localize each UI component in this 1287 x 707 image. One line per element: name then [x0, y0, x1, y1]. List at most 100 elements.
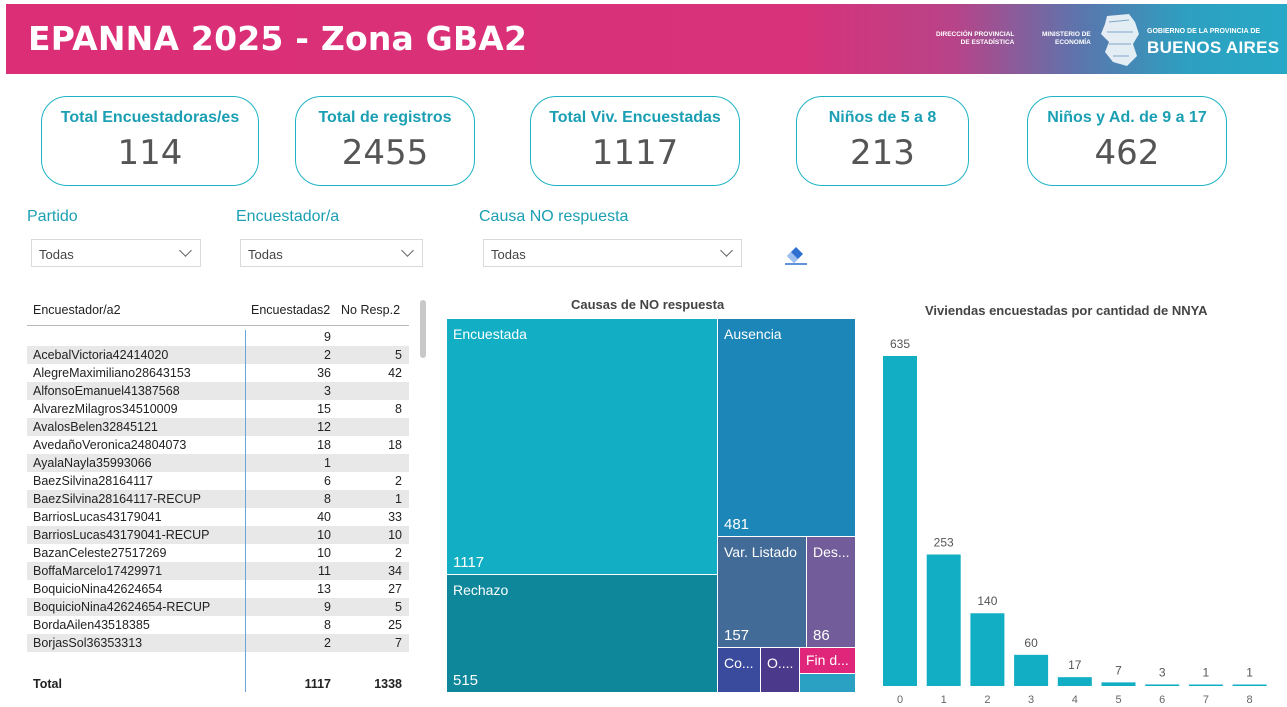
cell-encuestadas: 11	[318, 564, 331, 578]
table-row[interactable]: BoquicioNina42624654-RECUP 9 5	[27, 598, 409, 616]
table-row[interactable]: AlfonsoEmanuel41387568 3	[27, 382, 409, 400]
cell-no-resp: 18	[388, 438, 402, 452]
bar-value-label: 3	[1159, 665, 1166, 679]
cell-encuestador: BarriosLucas43179041-RECUP	[33, 528, 210, 542]
bar-value-label: 140	[977, 594, 997, 608]
treemap-cell-other[interactable]	[800, 674, 855, 692]
table-row[interactable]: AlegreMaximiliano28643153 36 42	[27, 364, 409, 382]
cell-encuestadas: 9	[324, 330, 331, 344]
cell-encuestadas: 12	[317, 420, 331, 434]
table-row[interactable]: AcebalVictoria42414020 2 5	[27, 346, 409, 364]
buenos-aires-label: BUENOS AIRES	[1147, 38, 1280, 57]
x-tick-label: 1	[941, 694, 947, 706]
bar-2[interactable]	[970, 613, 1005, 686]
cell-encuestador: AlfonsoEmanuel41387568	[33, 384, 180, 398]
bar-6[interactable]	[1145, 684, 1180, 686]
bar-value-label: 7	[1115, 663, 1122, 677]
cell-encuestador: BaezSilvina28164117	[33, 474, 154, 488]
treemap-cell-var-listado[interactable]: Var. Listado 157	[718, 537, 806, 647]
kpi-ninos-9-17: Niños y Ad. de 9 a 17 462	[1027, 96, 1227, 186]
table-row[interactable]: BaezSilvina28164117 6 2	[27, 472, 409, 490]
cell-no-resp: 2	[395, 546, 402, 560]
filter-encuestador-select[interactable]: Todas	[240, 239, 423, 267]
x-tick-label: 4	[1072, 694, 1078, 706]
filter-partido-label: Partido	[27, 208, 78, 225]
table-row[interactable]: AlvarezMilagros34510009 15 8	[27, 400, 409, 418]
treemap-cell-co[interactable]: Co...	[718, 648, 760, 692]
x-tick-label: 2	[984, 694, 990, 706]
cell-no-resp: 5	[395, 600, 402, 614]
table-row[interactable]: BaezSilvina28164117-RECUP 8 1	[27, 490, 409, 508]
filter-causa-label: Causa NO respuesta	[479, 208, 629, 225]
cell-encuestadas: 10	[317, 546, 331, 560]
col-header-encuestadas[interactable]: Encuestadas2	[251, 303, 330, 317]
cell-no-resp: 34	[388, 564, 402, 578]
cell-encuestador: BazanCeleste27517269	[33, 546, 167, 560]
table-row[interactable]: BorjasSol36353313 2 7	[27, 634, 409, 652]
cell-encuestadas: 1	[324, 456, 331, 470]
treemap-cell-fin[interactable]: Fin d...	[800, 648, 855, 673]
cell-no-resp: 8	[395, 402, 402, 416]
treemap-cell-des[interactable]: Des... 86	[807, 537, 855, 647]
cell-encuestador: AlvarezMilagros34510009	[33, 402, 178, 416]
chevron-down-icon	[720, 244, 733, 257]
x-tick-label: 7	[1203, 694, 1209, 706]
chevron-down-icon	[401, 244, 414, 257]
x-tick-label: 6	[1159, 694, 1165, 706]
province-map-icon	[1101, 14, 1139, 66]
treemap-cell-o[interactable]: O....	[761, 648, 799, 692]
table-row[interactable]: AyalaNayla35993066 1	[27, 454, 409, 472]
eraser-icon[interactable]	[783, 243, 809, 265]
bar-value-label: 60	[1024, 636, 1038, 650]
table-row[interactable]: BoffaMarcelo17429971 11 34	[27, 562, 409, 580]
table-header: Encuestador/a2 Encuestadas2 No Resp.2	[27, 298, 409, 326]
cell-encuestadas: 9	[324, 600, 331, 614]
cell-encuestadas: 2	[324, 636, 331, 650]
filter-causa-select[interactable]: Todas	[483, 239, 742, 267]
table-row[interactable]: AvalosBelen32845121 12	[27, 418, 409, 436]
cell-encuestador: AvedañoVeronica24804073	[33, 438, 187, 452]
bar-0[interactable]	[883, 356, 917, 686]
ministerio-logo: MINISTERIO DE ECONOMÍA	[1042, 31, 1091, 46]
kpi-ninos-5-8: Niños de 5 a 8 213	[796, 96, 969, 186]
kpi-total-registros: Total de registros 2455	[295, 96, 475, 186]
table-row[interactable]: BarriosLucas43179041 40 33	[27, 508, 409, 526]
cell-encuestadas: 40	[317, 510, 331, 524]
kpi-total-viviendas: Total Viv. Encuestadas 1117	[530, 96, 740, 186]
x-tick-label: 8	[1247, 694, 1253, 706]
gobierno-label: GOBIERNO DE LA PROVINCIA DE	[1147, 28, 1261, 35]
table-row[interactable]: BoquicioNina42624654 13 27	[27, 580, 409, 598]
cell-encuestadas: 36	[317, 366, 331, 380]
bar-7[interactable]	[1188, 684, 1223, 687]
treemap-cell-encuestada[interactable]: Encuestada 1117	[447, 319, 717, 574]
table-row[interactable]: BordaAilen43518385 8 25	[27, 616, 409, 634]
dpe-logo: DIRECCIÓN PROVINCIAL DE ESTADÍSTICA	[936, 31, 1015, 46]
cell-encuestador: AcebalVictoria42414020	[33, 348, 169, 362]
bar-1[interactable]	[926, 554, 961, 686]
col-header-no-resp[interactable]: No Resp.2	[341, 303, 400, 317]
table-row[interactable]: BarriosLucas43179041-RECUP 10 10	[27, 526, 409, 544]
table-row[interactable]: AvedañoVeronica24804073 18 18	[27, 436, 409, 454]
bar-value-label: 635	[890, 337, 910, 351]
bar-3[interactable]	[1014, 654, 1049, 686]
treemap-cell-ausencia[interactable]: Ausencia 481	[718, 319, 855, 536]
dashboard: EPANNA 2025 - Zona GBA2 DIRECCIÓN PROVIN…	[0, 0, 1287, 707]
cell-encuestadas: 8	[324, 618, 331, 632]
bar-4[interactable]	[1057, 677, 1092, 686]
cell-no-resp: 27	[388, 582, 402, 596]
filter-encuestador-label: Encuestador/a	[236, 208, 340, 225]
cell-no-resp: 42	[388, 366, 402, 380]
treemap-cell-rechazo[interactable]: Rechazo 515	[447, 575, 717, 692]
filter-partido-select[interactable]: Todas	[31, 239, 201, 267]
bar-5[interactable]	[1101, 682, 1136, 686]
table-row[interactable]: BazanCeleste27517269 10 2	[27, 544, 409, 562]
cell-no-resp: 25	[388, 618, 402, 632]
cell-no-resp: 2	[395, 474, 402, 488]
bar-8[interactable]	[1232, 684, 1267, 687]
cell-no-resp: 33	[388, 510, 402, 524]
x-tick-label: 5	[1115, 694, 1121, 706]
table-scrollbar[interactable]	[420, 300, 426, 358]
col-header-encuestador[interactable]: Encuestador/a2	[33, 303, 121, 317]
table-row[interactable]: 9	[27, 328, 409, 346]
cell-encuestadas: 3	[324, 384, 331, 398]
